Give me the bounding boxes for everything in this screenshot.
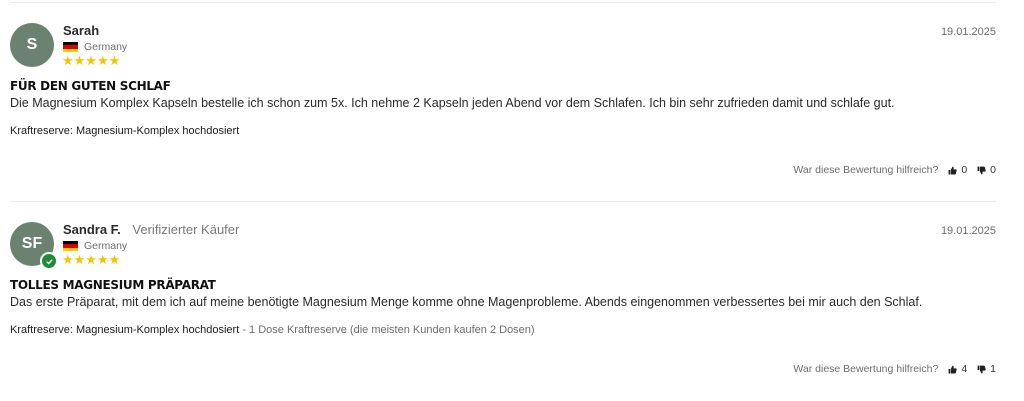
verified-buyer-label: Verifizierter Käufer [132, 222, 240, 237]
variant-extra: - 1 Dose Kraftreserve (die meisten Kunde… [239, 324, 535, 336]
avatar: SF [10, 222, 58, 270]
thumbs-up-button[interactable]: 4 [948, 363, 967, 375]
review-variant: Kraftreserve: Magnesium-Komplex hochdosi… [10, 125, 239, 137]
verified-check-icon [40, 252, 58, 270]
thumbs-down-button[interactable]: 1 [977, 363, 996, 375]
reviewer-name-row: Sarah [63, 23, 99, 38]
review-date: 19.01.2025 [940, 26, 996, 38]
thumbs-up-button[interactable]: 0 [948, 164, 967, 176]
country-label: Germany [84, 41, 128, 53]
review-item: SF Sandra F. Verifizierter Käufer German… [0, 201, 1024, 401]
star-rating: ★★★★★ [62, 252, 121, 267]
germany-flag-icon [63, 241, 78, 251]
review-variant: Kraftreserve: Magnesium-Komplex hochdosi… [10, 324, 535, 336]
variant-label: Kraftreserve: Magnesium-Komplex hochdosi… [10, 324, 240, 336]
avatar-initials: S [26, 36, 38, 53]
thumbs-up-count: 0 [961, 164, 968, 176]
thumbs-down-icon [977, 166, 986, 174]
review-body: Die Magnesium Komplex Kapseln bestelle i… [10, 96, 895, 110]
helpful-row: War diese Bewertung hilfreich? 0 0 [793, 164, 996, 176]
reviewer-name: Sarah [63, 23, 100, 38]
germany-flag-icon [63, 42, 78, 52]
review-title: TOLLES MAGNESIUM PRÄPARAT [10, 278, 216, 292]
helpful-label: War diese Bewertung hilfreich? [793, 363, 939, 375]
reviewer-country: Germany [63, 41, 127, 53]
thumbs-up-count: 4 [961, 363, 968, 375]
reviewer-name-row: Sandra F. Verifizierter Käufer [63, 222, 239, 237]
thumbs-up-icon [948, 166, 957, 174]
thumbs-down-count: 0 [990, 164, 996, 176]
star-rating: ★★★★★ [62, 53, 121, 68]
avatar-initials: SF [21, 235, 43, 252]
thumbs-up-icon [948, 365, 957, 373]
review-item: S Sarah Germany ★★★★★ 19.01.2025 FÜR DEN… [0, 2, 1024, 202]
thumbs-down-count: 1 [990, 363, 996, 375]
reviewer-country: Germany [63, 240, 127, 252]
reviewer-name: Sandra F. [63, 222, 121, 237]
review-body: Das erste Präparat, mit dem ich auf mein… [10, 295, 923, 309]
avatar: S [10, 23, 54, 67]
review-title: FÜR DEN GUTEN SCHLAF [10, 79, 171, 93]
thumbs-down-button[interactable]: 0 [977, 164, 996, 176]
review-date: 19.01.2025 [940, 225, 996, 237]
helpful-row: War diese Bewertung hilfreich? 4 1 [793, 363, 996, 375]
thumbs-down-icon [977, 365, 986, 373]
country-label: Germany [84, 240, 128, 252]
variant-label: Kraftreserve: Magnesium-Komplex hochdosi… [10, 125, 240, 137]
helpful-label: War diese Bewertung hilfreich? [793, 164, 939, 176]
